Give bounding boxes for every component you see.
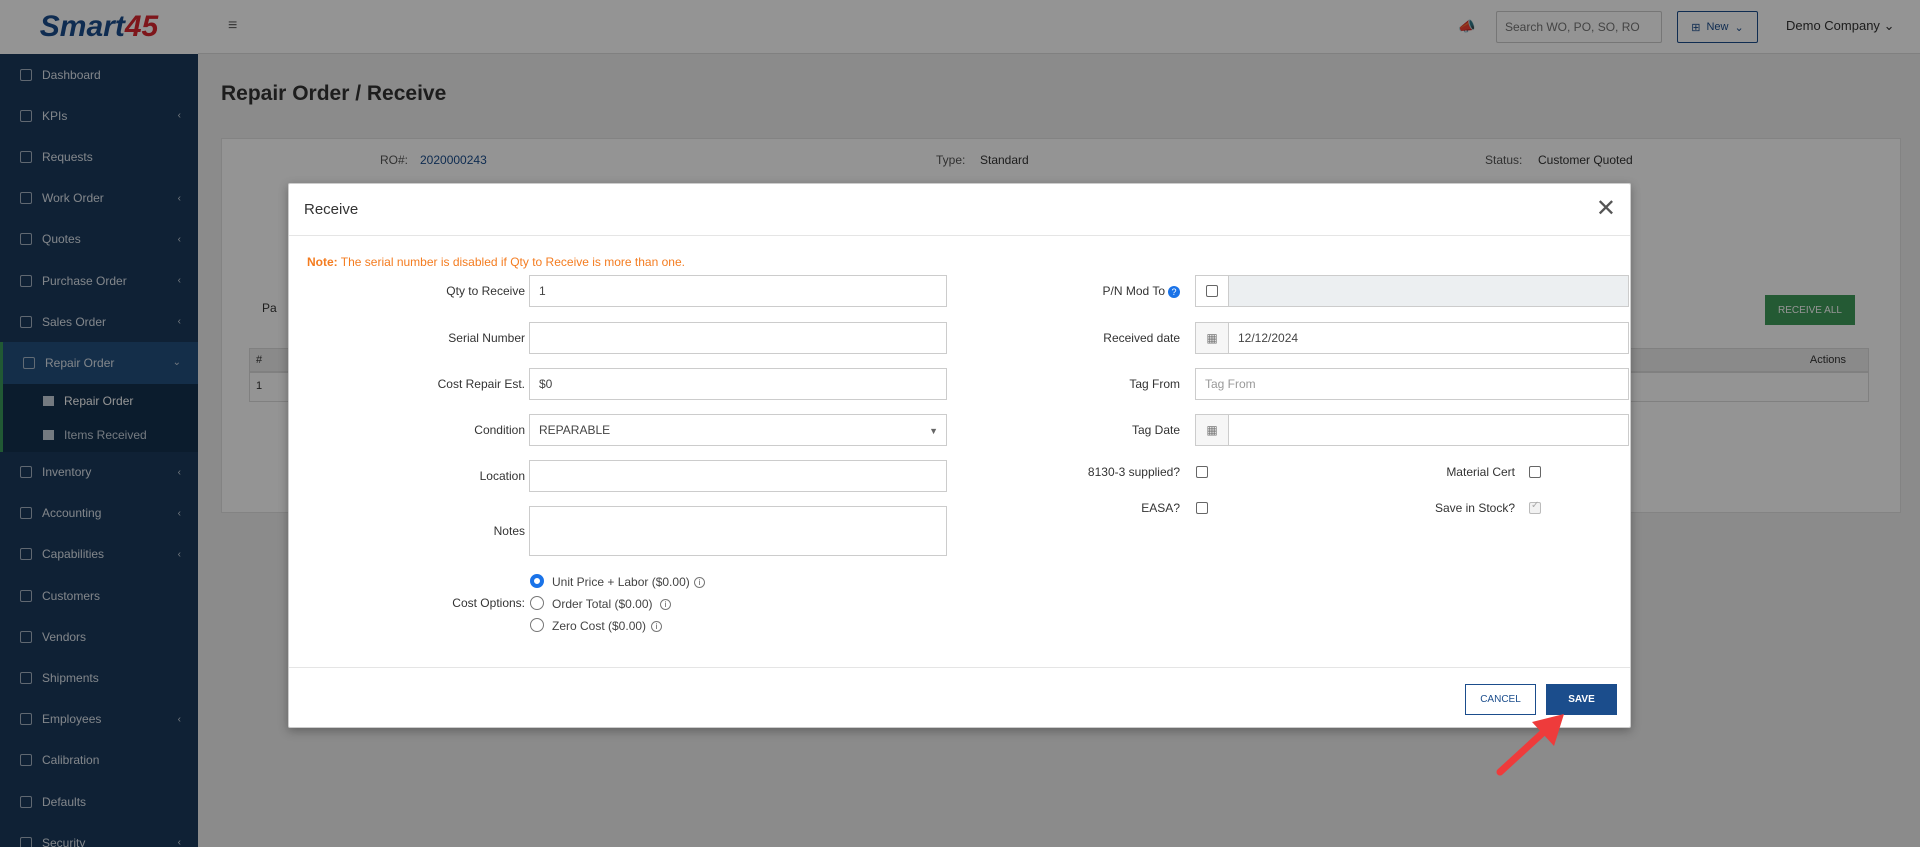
cost-option-radio-1[interactable] (530, 596, 544, 610)
pn-mod-input (1195, 275, 1629, 307)
help-icon[interactable]: ? (1168, 285, 1180, 298)
easa-label: EASA? (1141, 501, 1180, 515)
qty-input[interactable]: 1 (529, 275, 947, 307)
cost-option-label-0: Unit Price + Labor ($0.00) (552, 575, 690, 589)
save-in-stock-checkbox (1529, 500, 1541, 514)
serial-note: Note: The serial number is disabled if Q… (307, 255, 685, 269)
calendar-icon[interactable]: ▦ (1195, 322, 1229, 354)
tag-from-label: Tag From (1129, 377, 1180, 391)
app: Smart 45 Dashboard KPIs ‹ Requests Work Order… (0, 0, 1920, 847)
info-icon[interactable]: i (651, 621, 662, 632)
info-icon[interactable]: i (694, 577, 705, 588)
pn-mod-checkbox[interactable] (1206, 285, 1218, 297)
cost-repair-input[interactable]: $0 (529, 368, 947, 400)
pn-mod-label: P/N Mod To? (1103, 284, 1180, 298)
condition-label: Condition (474, 423, 525, 437)
tag-date-input[interactable] (1228, 414, 1629, 446)
material-cert-label: Material Cert (1446, 465, 1515, 479)
notes-textarea[interactable] (529, 506, 947, 556)
calendar-icon[interactable]: ▦ (1195, 414, 1229, 446)
notes-label: Notes (493, 524, 525, 538)
qty-label: Qty to Receive (446, 284, 525, 298)
cost-option-label-2: Zero Cost ($0.00) (552, 619, 647, 633)
cost-option-label-1: Order Total ($0.00) (552, 597, 653, 611)
c8130-label: 8130-3 supplied? (1087, 465, 1180, 479)
location-input[interactable] (529, 460, 947, 492)
pointer-arrow (1496, 714, 1564, 776)
received-date-input[interactable]: 12/12/2024 (1228, 322, 1629, 354)
receive-modal: Receive ✕ Note: The serial number is dis… (288, 183, 1631, 728)
dropdown-arrow-icon: ▼ (929, 426, 938, 436)
cost-options-label: Cost Options: (452, 596, 525, 610)
material-cert-checkbox[interactable] (1529, 466, 1541, 478)
cost-repair-label: Cost Repair Est. (437, 377, 525, 391)
close-icon[interactable]: ✕ (1596, 197, 1616, 221)
received-date-label: Received date (1103, 331, 1180, 345)
easa-checkbox[interactable] (1196, 502, 1208, 514)
c8130-checkbox[interactable] (1196, 466, 1208, 478)
serial-label: Serial Number (448, 331, 525, 345)
cost-option-radio-2[interactable] (530, 618, 544, 632)
condition-select[interactable]: REPARABLE ▼ (529, 414, 947, 446)
serial-number-input[interactable] (529, 322, 947, 354)
modal-footer (289, 667, 1630, 727)
modal-title: Receive (289, 184, 1630, 236)
pn-mod-checkbox-cell (1195, 275, 1229, 307)
info-icon[interactable]: i (660, 599, 671, 610)
cost-option-radio-0[interactable] (530, 574, 544, 588)
tag-date-label: Tag Date (1131, 423, 1180, 437)
tag-from-input[interactable]: Tag From (1195, 368, 1629, 400)
save-in-stock-label: Save in Stock? (1434, 501, 1515, 515)
location-label: Location (479, 469, 525, 483)
